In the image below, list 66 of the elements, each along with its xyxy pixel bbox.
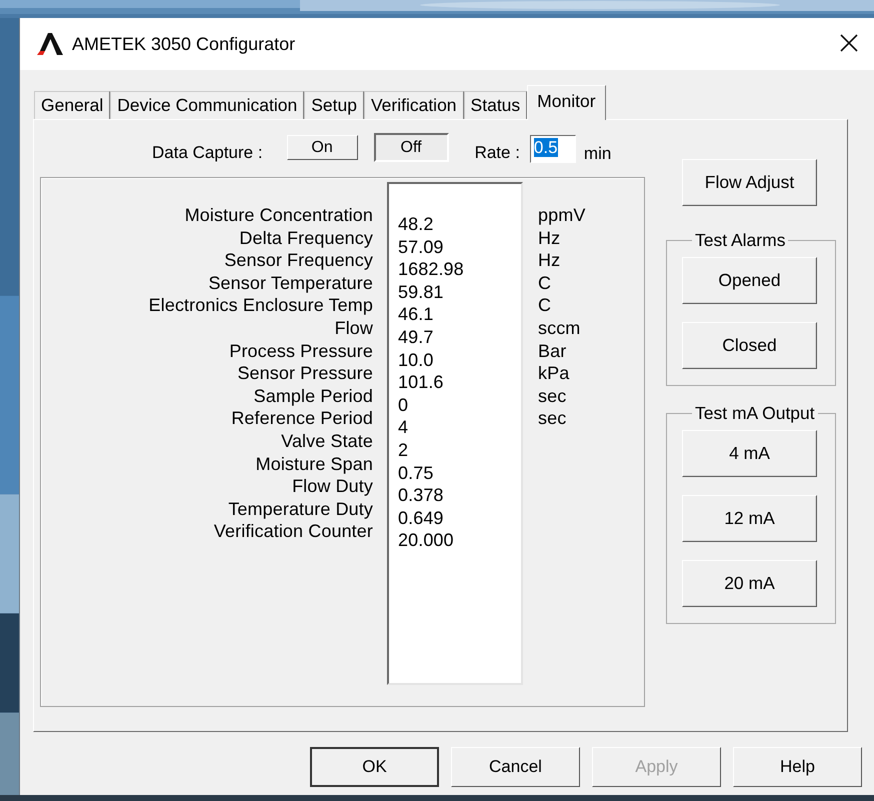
rate-field[interactable]: 0.5 <box>530 134 576 162</box>
test-button[interactable]: 12 mA <box>682 495 817 542</box>
reading-value: 10.0 <box>398 348 434 370</box>
selected-text: 0.5 <box>534 138 558 156</box>
rate-label: Rate : <box>474 142 520 162</box>
dialog-button[interactable]: Cancel <box>451 747 580 787</box>
reading-label: Flow <box>334 316 373 340</box>
reading-label: Moisture Concentration <box>184 204 373 227</box>
window-title: AMETEK 3050 Configurator <box>72 34 296 54</box>
reading-unit: Hz <box>538 249 560 272</box>
tab[interactable]: Monitor <box>527 85 606 120</box>
test-button[interactable]: Closed <box>682 322 817 369</box>
reading-value: 48.2 <box>398 213 434 235</box>
reading-unit: Bar <box>538 340 566 362</box>
tab[interactable]: Status <box>464 91 528 119</box>
test-button[interactable]: Opened <box>682 257 817 304</box>
dialog-button[interactable]: Help <box>733 747 862 787</box>
test-button[interactable]: 20 mA <box>682 560 817 607</box>
toggle-button[interactable]: Off <box>374 133 449 162</box>
reading-unit: C <box>538 294 552 317</box>
reading-label: Temperature Duty <box>228 498 373 520</box>
group-label: Test mA Output <box>694 403 816 424</box>
flow-adjust-button[interactable]: Flow Adjust <box>682 159 817 206</box>
reading-label: Verification Counter <box>214 520 373 543</box>
rate-unit: min <box>584 144 612 164</box>
reading-value: 59.81 <box>398 280 444 302</box>
reading-value: 57.09 <box>398 236 444 258</box>
reading-unit: kPa <box>538 362 570 385</box>
group-label: Test Alarms <box>694 230 786 251</box>
reading-value: 0.378 <box>398 484 444 506</box>
reading-value: 4 <box>398 416 408 438</box>
tab[interactable]: General <box>34 91 110 119</box>
reading-unit: Hz <box>538 226 560 250</box>
tab[interactable]: Verification <box>364 91 464 119</box>
dialog-button[interactable]: OK <box>310 747 439 787</box>
reading-value: 46.1 <box>398 303 434 325</box>
reading-unit: sec <box>538 384 566 408</box>
reading-unit: ppmV <box>538 204 586 227</box>
reading-label: Delta Frequency <box>239 226 373 250</box>
reading-value: 49.7 <box>398 326 434 348</box>
reading-unit: sec <box>538 407 566 430</box>
tab[interactable]: Setup <box>304 91 364 119</box>
reading-label: Sensor Pressure <box>237 362 373 385</box>
reading-label: Flow Duty <box>292 475 373 498</box>
reading-label: Process Pressure <box>229 340 373 362</box>
reading-label: Reference Period <box>231 407 373 430</box>
reading-value: 101.6 <box>398 371 444 393</box>
data-capture-label: Data Capture : <box>152 142 263 162</box>
logo-icon <box>37 33 63 55</box>
test-button[interactable]: 4 mA <box>682 430 817 477</box>
reading-value: 0.649 <box>398 506 444 528</box>
reading-value: 2 <box>398 438 408 461</box>
reading-label: Moisture Span <box>256 452 373 476</box>
reading-unit: sccm <box>538 316 580 340</box>
reading-label: Sensor Frequency <box>224 249 373 272</box>
reading-value: 1682.98 <box>398 258 464 280</box>
reading-label: Sensor Temperature <box>208 272 373 294</box>
reading-value: 0.75 <box>398 462 434 484</box>
reading-value: 20.000 <box>398 529 454 551</box>
toggle-button[interactable]: On <box>286 135 358 160</box>
reading-label: Sample Period <box>254 384 373 408</box>
tab[interactable]: Device Communication <box>110 91 304 119</box>
reading-label: Electronics Enclosure Temp <box>148 294 373 317</box>
reading-unit: C <box>538 272 552 294</box>
reading-label: Valve State <box>281 430 373 453</box>
reading-value: 0 <box>398 394 408 416</box>
